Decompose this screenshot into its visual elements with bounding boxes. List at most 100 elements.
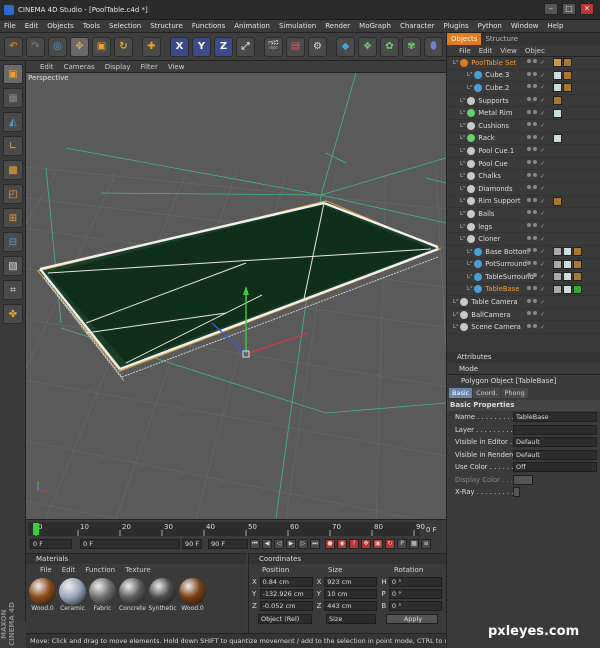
enabled-check-icon[interactable]: ✓ (540, 311, 545, 318)
render-visibility-dot[interactable] (533, 71, 537, 76)
visibility-flags[interactable]: ✓ (527, 160, 545, 167)
object-row[interactable]: L⁰ Diamonds ✓ (447, 183, 600, 196)
enabled-check-icon[interactable]: ✓ (540, 324, 545, 331)
visibility-flags[interactable]: ✓ (527, 298, 545, 306)
materials-menu-file[interactable]: File (40, 566, 52, 574)
material-item[interactable]: Fabric (88, 578, 117, 612)
visibility-flags[interactable]: ✓ (527, 59, 545, 66)
prev-key-icon[interactable]: ◀ (262, 539, 272, 549)
tag-icon[interactable] (573, 259, 582, 269)
enabled-check-icon[interactable]: ✓ (540, 185, 545, 192)
editor-visibility-dot[interactable] (527, 109, 531, 114)
render-visibility-dot[interactable] (533, 122, 537, 127)
enabled-check-icon[interactable]: ✓ (540, 273, 545, 280)
minimize-button[interactable]: – (544, 3, 558, 15)
object-row[interactable]: L⁰ Scene Camera ✓ (447, 321, 600, 335)
render-view-icon[interactable]: 🎬 (264, 36, 283, 57)
max-frame-field[interactable]: 90 F (208, 539, 248, 549)
editor-visibility-dot[interactable] (527, 71, 531, 76)
record-icon[interactable]: ● (325, 539, 335, 549)
points-mode-icon[interactable]: ⊞ (3, 208, 23, 228)
object-row[interactable]: L⁰ TableSurround ✓ (447, 271, 600, 284)
coordinate-mode-select[interactable]: Object (Rel) (258, 613, 312, 624)
enabled-check-icon[interactable]: ✓ (540, 299, 545, 306)
render-visibility-dot[interactable] (533, 84, 537, 89)
min-frame-field[interactable]: 0 F (80, 539, 180, 549)
tag-icon[interactable] (563, 247, 572, 257)
object-row[interactable]: L⁰ PotSurround ✓ (447, 259, 600, 272)
menu-item-simulation[interactable]: Simulation (279, 22, 316, 30)
materials-menu-texture[interactable]: Texture (125, 566, 151, 574)
material-item[interactable]: Wood.0 (178, 578, 207, 612)
tag-icon[interactable] (563, 284, 572, 294)
editor-visibility-dot[interactable] (527, 298, 531, 303)
undo-icon[interactable]: ↶ (4, 36, 23, 57)
attributes-mode-menu[interactable]: Mode (447, 363, 600, 375)
enabled-check-icon[interactable]: ✓ (540, 248, 545, 255)
object-row[interactable]: L⁰ Pool Cue ✓ (447, 158, 600, 171)
object-row[interactable]: L⁰ Cushions ✓ (447, 120, 600, 133)
visibility-flags[interactable]: ✓ (527, 248, 545, 255)
visibility-flags[interactable]: ✓ (527, 147, 545, 154)
enabled-check-icon[interactable]: ✓ (540, 84, 545, 91)
redo-icon[interactable]: ↷ (26, 36, 45, 57)
scene-icon[interactable]: ⬮ (424, 36, 443, 57)
attribute-value[interactable]: Default (513, 437, 597, 448)
visibility-flags[interactable]: ✓ (527, 197, 545, 205)
object-row[interactable]: L⁰ PoolTable Set ✓ (447, 57, 600, 70)
menu-item-render[interactable]: Render (325, 22, 350, 30)
editor-visibility-dot[interactable] (527, 160, 531, 165)
editor-visibility-dot[interactable] (527, 311, 531, 316)
array-icon[interactable]: ✿ (380, 36, 399, 57)
render-visibility-dot[interactable] (533, 311, 537, 316)
visibility-flags[interactable]: ✓ (527, 323, 545, 331)
tab-coord[interactable]: Coord. (473, 388, 501, 398)
object-row[interactable]: L⁰ Cloner ✓ (447, 233, 600, 246)
tag-icon[interactable] (563, 70, 572, 80)
visibility-flags[interactable]: ✓ (527, 84, 545, 91)
tag-icon[interactable] (553, 96, 562, 106)
enabled-check-icon[interactable]: ✓ (540, 122, 545, 129)
enabled-check-icon[interactable]: ✓ (540, 173, 545, 180)
object-row[interactable]: L⁰ Rack ✓ (447, 133, 600, 146)
timeline-settings-icon[interactable]: ≡ (421, 539, 431, 549)
snap-icon[interactable]: ⌗ (3, 280, 23, 300)
menu-item-mograph[interactable]: MoGraph (359, 22, 391, 30)
material-item[interactable]: Wood.0 (28, 578, 57, 612)
rotation-field[interactable]: 0 ° (388, 576, 443, 587)
tab-phong[interactable]: Phong (501, 388, 528, 398)
attribute-value[interactable] (513, 424, 597, 435)
rotation-key-icon[interactable]: ↻ (385, 539, 395, 549)
render-picture-icon[interactable]: ▤ (286, 36, 305, 57)
editor-visibility-dot[interactable] (527, 97, 531, 102)
menu-item-objects[interactable]: Objects (47, 22, 73, 30)
objects-menu-objec[interactable]: Objec (525, 47, 545, 55)
menu-item-tools[interactable]: Tools (83, 22, 100, 30)
render-visibility-dot[interactable] (533, 235, 537, 240)
rotation-field[interactable]: 0 ° (388, 600, 443, 611)
render-visibility-dot[interactable] (533, 248, 537, 253)
texture-mode-icon[interactable]: ▩ (3, 160, 23, 180)
size-field[interactable]: 443 cm (324, 600, 378, 611)
tag-icon[interactable] (573, 272, 582, 282)
tag-icon[interactable] (553, 272, 562, 282)
menu-item-help[interactable]: Help (547, 22, 563, 30)
material-item[interactable]: Concrete (118, 578, 147, 612)
object-row[interactable]: L⁰ Table Camera ✓ (447, 296, 600, 309)
render-visibility-dot[interactable] (533, 185, 537, 190)
scale-icon[interactable]: ▣ (92, 36, 111, 57)
render-visibility-dot[interactable] (533, 160, 537, 165)
attribute-value[interactable]: Default (513, 449, 597, 460)
tag-icon[interactable] (553, 70, 562, 80)
enabled-check-icon[interactable]: ✓ (540, 97, 545, 104)
editor-visibility-dot[interactable] (527, 59, 531, 64)
prev-frame-icon[interactable]: ◁ (274, 539, 284, 549)
current-frame-field[interactable]: 0 F (30, 539, 72, 549)
attribute-value[interactable] (513, 474, 533, 485)
enabled-check-icon[interactable]: ✓ (540, 110, 545, 117)
menu-item-character[interactable]: Character (400, 22, 435, 30)
model-mode-icon[interactable]: ◭ (3, 112, 23, 132)
render-visibility-dot[interactable] (533, 147, 537, 152)
go-end-icon[interactable]: ⏭ (310, 539, 320, 549)
render-visibility-dot[interactable] (533, 260, 537, 265)
